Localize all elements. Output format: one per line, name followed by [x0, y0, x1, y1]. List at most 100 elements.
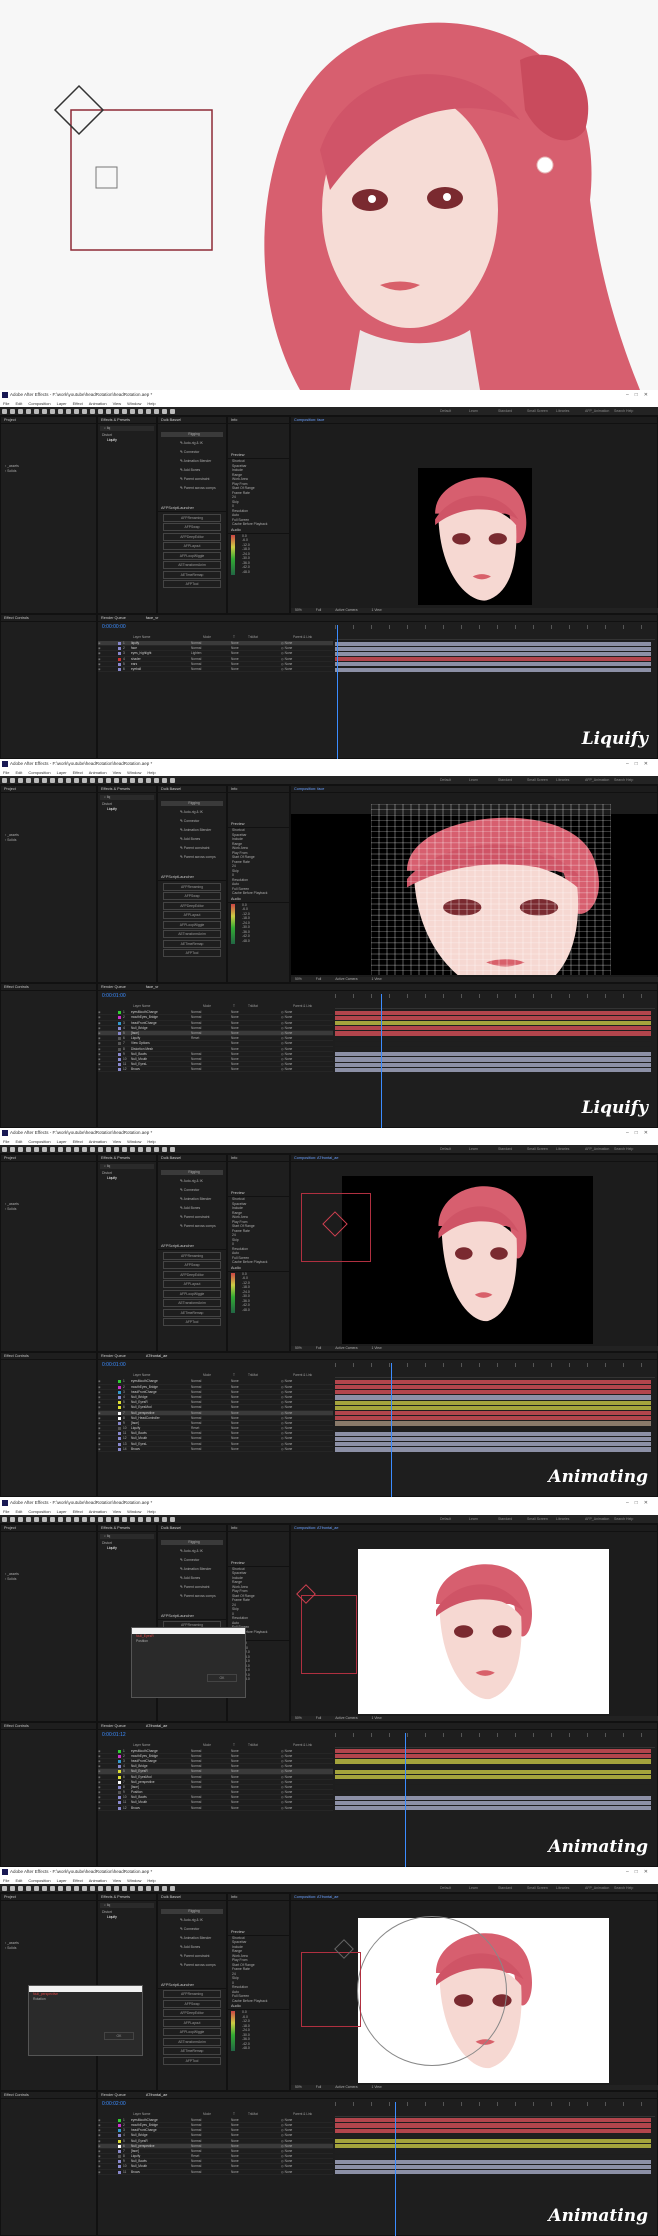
menu-composition[interactable]: Composition: [28, 1508, 50, 1515]
layer-mode[interactable]: Normal: [191, 1416, 231, 1420]
layer-mode[interactable]: Normal: [191, 1785, 231, 1789]
label-color-swatch[interactable]: [118, 1775, 121, 1779]
layer-duration-bar[interactable]: [335, 1764, 651, 1769]
trkmat[interactable]: None: [231, 667, 281, 671]
layer-duration-bar[interactable]: [335, 2149, 651, 2154]
label-color-swatch[interactable]: [118, 1442, 121, 1446]
layer-mode[interactable]: Normal: [191, 1062, 231, 1066]
effects-panel-header[interactable]: Effects & Presets: [98, 786, 156, 794]
audio-panel-header[interactable]: Audio: [228, 2003, 289, 2011]
tool-icon[interactable]: [73, 1147, 79, 1153]
preview-panel-header[interactable]: Preview: [228, 1929, 289, 1936]
timecode[interactable]: 0:00:02:00: [102, 2101, 126, 2107]
label-color-swatch[interactable]: [118, 1063, 121, 1067]
menu-animation[interactable]: Animation: [89, 1877, 107, 1884]
label-color-swatch[interactable]: [118, 2139, 121, 2143]
tool-icon[interactable]: [33, 409, 39, 414]
tool-icon[interactable]: [105, 778, 111, 784]
dialog-field[interactable]: Position: [132, 1639, 245, 1644]
tool-icon[interactable]: [33, 1516, 39, 1522]
column-header[interactable]: Parent & Link: [293, 2112, 312, 2116]
menu-animation[interactable]: Animation: [89, 769, 107, 776]
label-color-swatch[interactable]: [118, 652, 121, 656]
layer-name[interactable]: headFrontChange: [131, 1021, 191, 1025]
label-color-swatch[interactable]: [118, 1749, 121, 1753]
layer-row[interactable]: ◉ 12 Brows Normal None ◎ None: [98, 1067, 333, 1073]
layer-duration-bar[interactable]: [335, 2133, 651, 2139]
visibility-icon[interactable]: ◉: [98, 1790, 116, 1794]
tool-icon[interactable]: [137, 778, 143, 784]
tool-icon[interactable]: [81, 1885, 87, 1891]
visibility-icon[interactable]: ◉: [98, 1036, 116, 1040]
layer-mode[interactable]: Normal: [191, 1405, 231, 1409]
project-panel-header[interactable]: Project: [1, 417, 96, 424]
layer-duration-bar[interactable]: [335, 1052, 651, 1057]
duik-tool-button[interactable]: ✎ Connector: [158, 1925, 226, 1934]
workspace-tab[interactable]: Default: [440, 778, 451, 782]
audio-panel-header[interactable]: Audio: [228, 527, 289, 534]
tool-icon[interactable]: [145, 778, 151, 784]
parent-link[interactable]: ◎ None: [281, 662, 292, 666]
effects-search[interactable]: ⌕ liq: [100, 426, 154, 431]
layer-name[interactable]: Null_Bridge: [131, 2133, 191, 2137]
layer-duration-bar[interactable]: [335, 1067, 651, 1073]
layer-name[interactable]: [face]: [131, 1421, 191, 1425]
parent-link[interactable]: ◎ None: [281, 641, 292, 645]
launcher-button[interactable]: AFPLayout: [163, 2018, 221, 2027]
audio-panel-header[interactable]: Audio: [228, 896, 289, 903]
label-color-swatch[interactable]: [118, 1042, 121, 1046]
effect-controls-header[interactable]: Effect Controls: [1, 1723, 96, 1730]
tool-icon[interactable]: [89, 1885, 95, 1891]
column-header[interactable]: TrkMat: [248, 1004, 258, 1008]
menu-view[interactable]: View: [113, 1877, 122, 1884]
menu-effect[interactable]: Effect: [73, 400, 83, 407]
layer-name[interactable]: Distortion Mesh: [131, 1047, 191, 1051]
tab-render-queue[interactable]: Render Queue: [101, 985, 126, 989]
layer-name[interactable]: eyes_highlight: [131, 651, 191, 655]
visibility-icon[interactable]: ◉: [98, 1416, 116, 1420]
label-color-swatch[interactable]: [118, 1806, 121, 1810]
property-dialog[interactable]: Null_perspective Rotation OK: [28, 1984, 143, 2056]
trkmat[interactable]: None: [231, 1400, 281, 1404]
tool-icon[interactable]: [169, 1147, 175, 1153]
visibility-icon[interactable]: ◉: [98, 1447, 116, 1451]
column-header[interactable]: Parent & Link: [293, 1004, 312, 1008]
workspace-tab[interactable]: AFP_Animation: [585, 778, 609, 782]
tool-icon[interactable]: [137, 409, 143, 414]
layer-duration-bar[interactable]: [335, 1759, 651, 1764]
visibility-icon[interactable]: ◉: [98, 1057, 116, 1061]
layer-mode[interactable]: Normal: [191, 1769, 231, 1773]
label-color-swatch[interactable]: [118, 2160, 121, 2164]
visibility-icon[interactable]: ◉: [98, 1785, 116, 1789]
tool-icon[interactable]: [113, 409, 119, 414]
composition-viewer[interactable]: [291, 1169, 658, 1345]
project-panel-header[interactable]: Project: [1, 1894, 96, 1901]
layer-mode[interactable]: Normal: [191, 1021, 231, 1025]
label-color-swatch[interactable]: [118, 1447, 121, 1451]
time-ruler[interactable]: [335, 1363, 655, 1379]
parent-link[interactable]: ◎ None: [281, 1447, 292, 1451]
dialog-field[interactable]: Rotation: [29, 1997, 142, 2002]
layer-name[interactable]: Null_EyesR: [131, 2139, 191, 2143]
label-color-swatch[interactable]: [118, 1406, 121, 1410]
visibility-icon[interactable]: ◉: [98, 1031, 116, 1035]
layer-mode[interactable]: Reset: [191, 2154, 231, 2158]
composition-viewer[interactable]: [291, 1908, 658, 2083]
project-item[interactable]: ▪ Solids: [1, 469, 96, 474]
duik-tool-button[interactable]: ✎ Animation Blender: [158, 826, 226, 835]
trkmat[interactable]: None: [231, 1426, 281, 1430]
window-titlebar[interactable]: Adobe After Effects - F:\work\youtube\he…: [0, 1128, 658, 1139]
dialog-ok-button[interactable]: OK: [207, 1673, 237, 1682]
label-color-swatch[interactable]: [118, 1390, 121, 1394]
parent-link[interactable]: ◎ None: [281, 1395, 292, 1399]
parent-link[interactable]: ◎ None: [281, 1067, 292, 1071]
tool-icon[interactable]: [129, 1885, 135, 1891]
tool-icon[interactable]: [169, 1885, 175, 1891]
launcher-button[interactable]: AETimeRemap: [163, 570, 221, 579]
effects-search[interactable]: ⌕ liq: [100, 1902, 154, 1908]
tab-render-queue[interactable]: Render Queue: [101, 1354, 126, 1358]
layer-mode[interactable]: Normal: [191, 1795, 231, 1799]
visibility-icon[interactable]: ◉: [98, 1806, 116, 1810]
menu-window[interactable]: Window: [127, 400, 141, 407]
layer-mode[interactable]: [191, 1041, 231, 1045]
